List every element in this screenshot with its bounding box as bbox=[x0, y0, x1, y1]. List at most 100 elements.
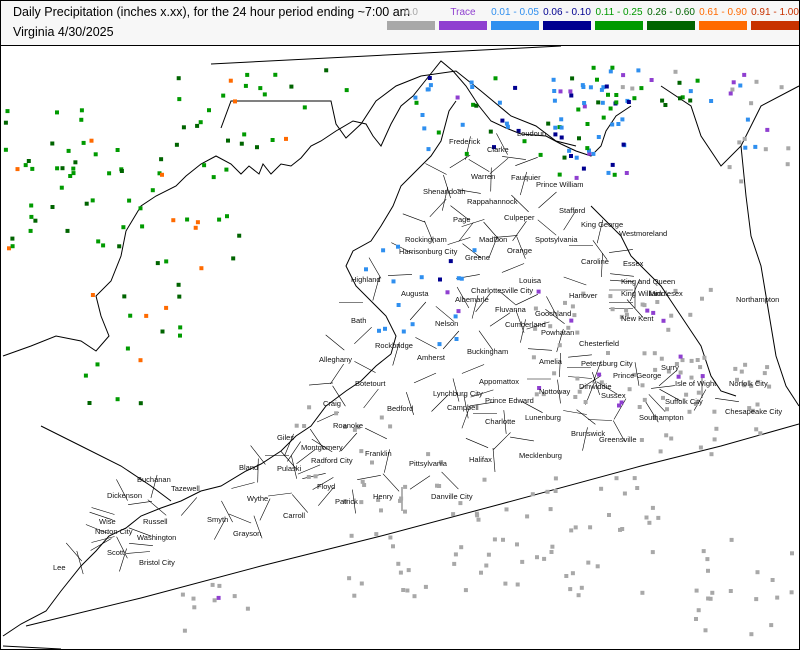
county-label: Lee bbox=[53, 563, 66, 572]
station-marker bbox=[708, 596, 713, 601]
station-marker bbox=[627, 387, 632, 392]
station-marker bbox=[552, 98, 557, 103]
station-marker bbox=[658, 449, 663, 454]
station-marker bbox=[640, 590, 645, 595]
county-label: Lynchburg City bbox=[433, 389, 483, 398]
station-marker bbox=[193, 225, 198, 230]
station-marker bbox=[195, 220, 200, 225]
station-marker bbox=[608, 106, 613, 111]
legend-label: 0.06 - 0.10 bbox=[543, 7, 591, 18]
station-marker bbox=[493, 76, 498, 81]
station-marker bbox=[770, 578, 775, 582]
county-boundary bbox=[567, 376, 593, 379]
station-marker bbox=[714, 426, 719, 431]
station-marker bbox=[695, 358, 700, 362]
county-label: Cumberland bbox=[505, 320, 546, 329]
county-label: Goochland bbox=[535, 309, 571, 318]
county-label: Nelson bbox=[435, 319, 458, 328]
station-marker bbox=[245, 606, 250, 611]
county-label: Franklin bbox=[365, 449, 392, 458]
station-marker bbox=[500, 118, 505, 123]
station-marker bbox=[221, 93, 226, 98]
station-marker bbox=[482, 477, 487, 482]
county-label: Rockbridge bbox=[375, 341, 413, 350]
station-marker bbox=[557, 343, 562, 348]
station-marker bbox=[79, 108, 84, 113]
station-marker bbox=[669, 313, 674, 318]
kentucky-tail bbox=[40, 425, 172, 502]
station-marker bbox=[790, 551, 794, 556]
station-marker bbox=[83, 373, 88, 378]
station-marker bbox=[612, 172, 617, 177]
station-marker bbox=[210, 582, 215, 587]
station-marker bbox=[212, 598, 217, 603]
station-marker bbox=[626, 100, 631, 104]
station-marker bbox=[211, 175, 216, 180]
county-boundary bbox=[129, 543, 153, 546]
station-marker bbox=[640, 302, 645, 307]
station-marker bbox=[570, 304, 575, 309]
county-label: Botetourt bbox=[355, 379, 386, 388]
station-marker bbox=[160, 172, 164, 177]
station-marker bbox=[765, 127, 770, 132]
county-label: Patrick bbox=[335, 497, 358, 506]
county-label: Chesapeake City bbox=[725, 407, 782, 416]
station-marker bbox=[706, 568, 710, 573]
station-marker bbox=[635, 486, 640, 490]
station-marker bbox=[216, 595, 221, 600]
station-marker bbox=[583, 400, 588, 404]
county-label: Amelia bbox=[539, 357, 563, 366]
county-boundary bbox=[465, 438, 489, 448]
station-marker bbox=[632, 96, 637, 101]
legend-swatch bbox=[595, 21, 643, 30]
station-marker bbox=[10, 236, 15, 241]
county-boundary bbox=[297, 464, 321, 475]
county-label: Bath bbox=[351, 316, 366, 325]
county-label: Buckingham bbox=[467, 347, 508, 356]
station-marker bbox=[569, 154, 573, 158]
county-lines bbox=[65, 133, 739, 575]
station-marker bbox=[155, 261, 160, 266]
county-label: Warren bbox=[471, 172, 495, 181]
station-marker bbox=[622, 491, 627, 496]
station-marker bbox=[588, 525, 593, 530]
station-marker bbox=[597, 372, 602, 377]
legend-item: 0.26 - 0.60 bbox=[645, 7, 697, 30]
station-marker bbox=[763, 147, 768, 152]
county-label: Lunenburg bbox=[525, 413, 561, 422]
station-marker bbox=[474, 103, 479, 108]
station-marker bbox=[388, 535, 393, 540]
station-marker bbox=[396, 561, 401, 566]
station-marker bbox=[451, 512, 456, 517]
county-label: Giles bbox=[277, 433, 294, 442]
county-boundary bbox=[413, 372, 437, 384]
county-label: Russell bbox=[143, 517, 168, 526]
station-marker bbox=[115, 148, 120, 152]
county-boundary bbox=[231, 482, 255, 489]
station-marker bbox=[601, 115, 606, 120]
station-marker bbox=[739, 369, 744, 374]
station-marker bbox=[138, 206, 143, 211]
station-marker bbox=[688, 89, 693, 94]
station-marker bbox=[606, 92, 610, 97]
station-marker bbox=[610, 307, 615, 312]
legend-item: Trace bbox=[437, 7, 489, 30]
station-marker bbox=[364, 267, 368, 272]
county-label: Shenandoah bbox=[423, 187, 466, 196]
station-marker bbox=[425, 87, 430, 92]
legend-swatch bbox=[439, 21, 487, 30]
station-marker bbox=[525, 514, 530, 519]
station-marker bbox=[217, 583, 222, 588]
station-marker bbox=[639, 86, 644, 91]
station-marker bbox=[728, 91, 733, 96]
county-label: Mecklenburg bbox=[519, 451, 562, 460]
station-marker bbox=[470, 85, 475, 89]
station-marker bbox=[182, 628, 187, 633]
station-marker bbox=[701, 549, 706, 554]
virginia-map-svg: FrederickClarkeLoudounWarren FauquierPrin… bbox=[2, 46, 799, 649]
county-label: Amherst bbox=[417, 353, 446, 362]
county-label: Caroline bbox=[581, 257, 609, 266]
station-marker bbox=[569, 528, 574, 533]
station-marker bbox=[128, 313, 133, 318]
map-title: Daily Precipitation (inches x.xx), for t… bbox=[13, 5, 411, 19]
